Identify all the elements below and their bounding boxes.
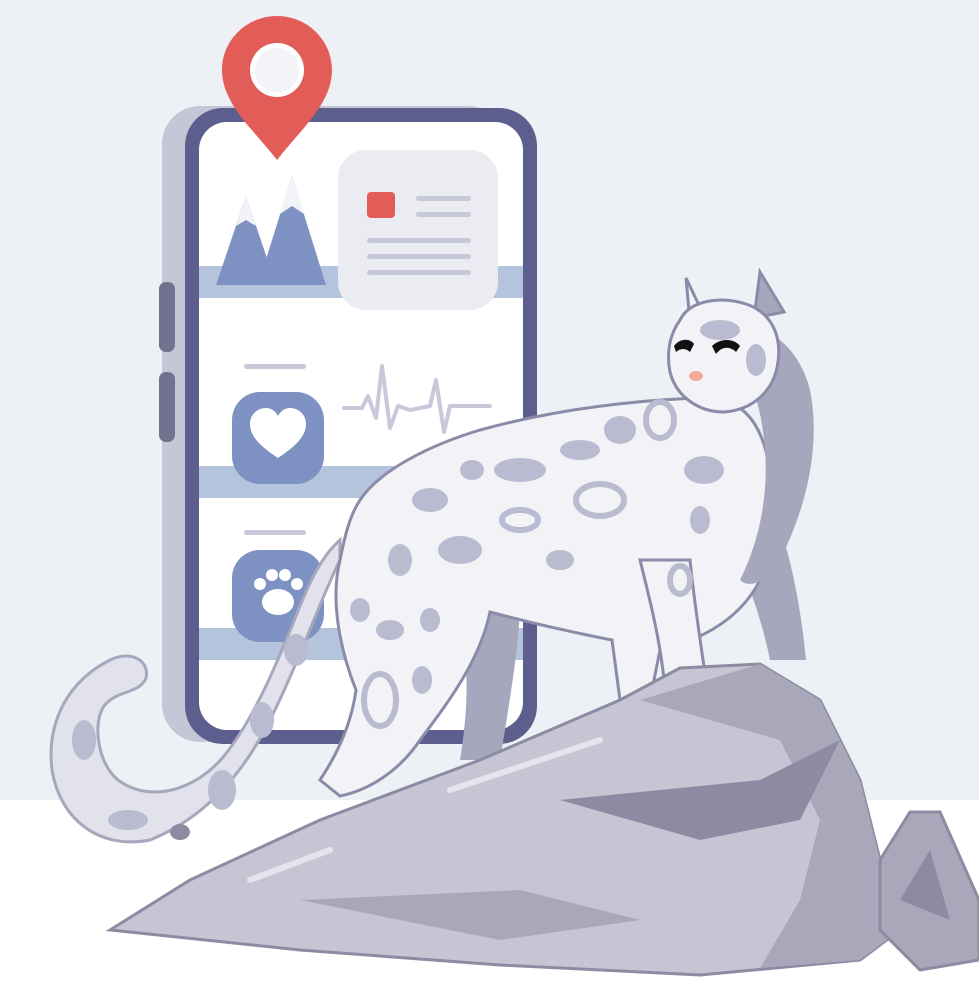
info-card [338,150,498,310]
leopard-head [666,267,787,414]
tail-spot [208,770,236,810]
phone-side-button-bottom [159,372,175,442]
leopard-nose [689,371,703,381]
tail-spot [108,810,148,830]
row-3-line [244,530,306,535]
tail-spot [250,702,274,738]
illustration [0,0,979,997]
heart-icon [232,392,324,484]
card-red-square [367,192,395,218]
row-2-line [244,364,306,369]
phone-side-button-top [159,282,175,352]
tail-spot [72,720,96,760]
tail-spot [284,634,308,666]
tail-spot [170,824,190,840]
